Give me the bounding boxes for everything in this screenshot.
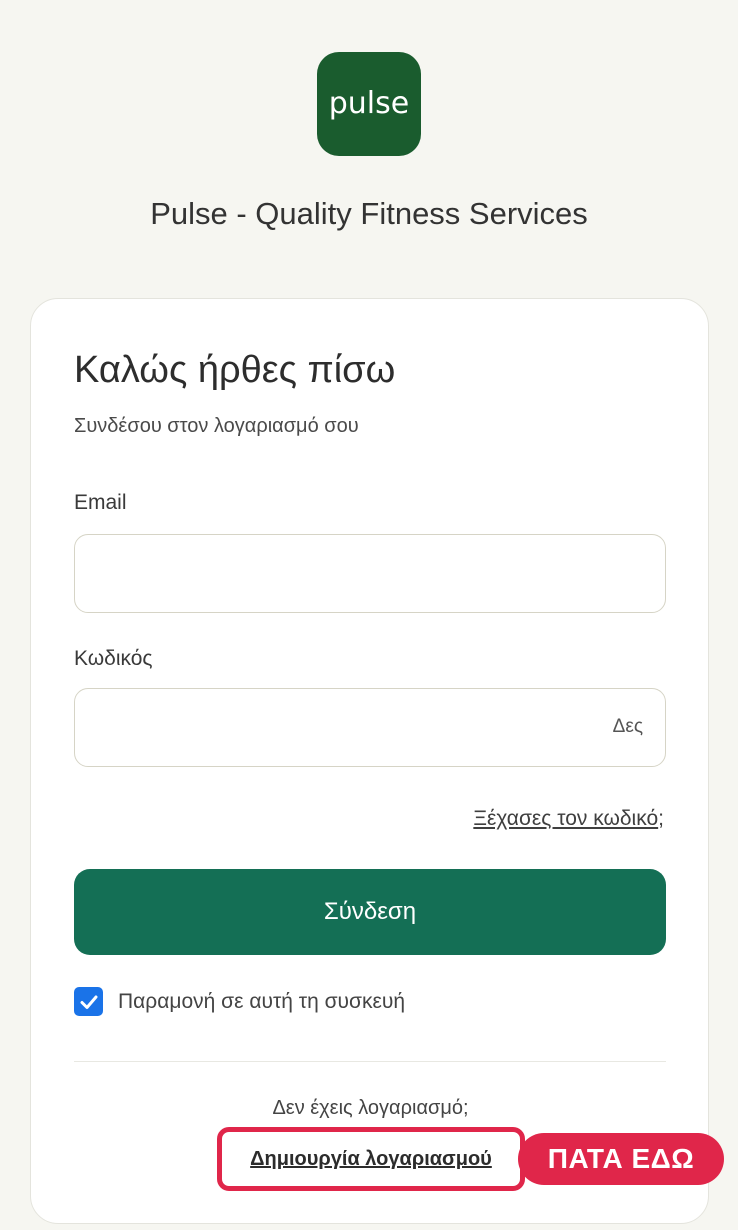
email-label: Email — [74, 491, 127, 514]
login-page: pulse Pulse - Quality Fitness Services Κ… — [0, 0, 738, 1230]
email-input[interactable] — [75, 535, 665, 612]
create-account-highlight: Δημιουργία λογαριασμού — [217, 1127, 525, 1191]
forgot-password-row: Ξέχασες τον κωδικό; — [473, 807, 664, 831]
forgot-password-link[interactable]: Ξέχασες τον κωδικό — [473, 807, 658, 830]
remember-label: Παραμονή σε αυτή τη συσκευή — [118, 989, 406, 1013]
checkmark-icon — [80, 995, 97, 1009]
pulse-logo-icon: pulse — [329, 86, 409, 121]
welcome-heading: Καλώς ήρθες πίσω — [74, 349, 396, 391]
password-label: Κωδικός — [74, 647, 153, 670]
forgot-password-suffix: ; — [658, 807, 664, 830]
pulse-logo: pulse — [317, 52, 421, 156]
remember-checkbox[interactable] — [74, 987, 103, 1016]
password-field-wrapper: Δες — [74, 688, 666, 767]
remember-device-row[interactable]: Παραμονή σε αυτή τη συσκευή — [74, 987, 405, 1016]
brand-title: Pulse - Quality Fitness Services — [150, 196, 588, 231]
click-here-callout: ΠΑΤΑ ΕΔΩ — [518, 1133, 724, 1185]
login-subtitle: Συνδέσου στον λογαριασμό σου — [74, 415, 359, 437]
create-account-link[interactable]: Δημιουργία λογαριασμού — [250, 1148, 492, 1171]
logo-wordmark: pulse — [329, 86, 409, 121]
show-password-toggle[interactable]: Δες — [613, 716, 643, 738]
login-card: Καλώς ήρθες πίσω Συνδέσου στον λογαριασμ… — [30, 298, 709, 1224]
login-button[interactable]: Σύνδεση — [74, 869, 666, 955]
email-field-wrapper — [74, 534, 666, 613]
password-input[interactable] — [75, 689, 665, 766]
no-account-text: Δεν έχεις λογαριασμό; — [272, 1097, 469, 1119]
divider — [74, 1061, 666, 1062]
